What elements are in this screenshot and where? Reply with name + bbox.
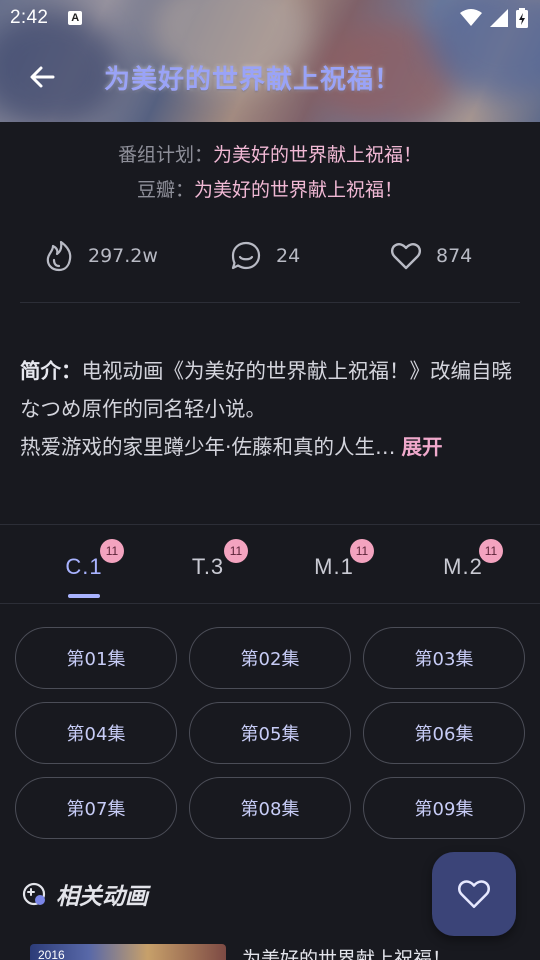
- sparkle-chat-icon: [22, 882, 46, 906]
- battery-icon: [516, 8, 528, 28]
- heart-icon: [458, 880, 490, 909]
- related-item[interactable]: 2016 为美好的世界献上祝福！: [30, 944, 520, 960]
- page-title: 为美好的世界献上祝福！: [104, 64, 402, 95]
- back-button[interactable]: [0, 44, 84, 110]
- comment-bubble-icon: [231, 241, 261, 270]
- related-name: 为美好的世界献上祝福！: [242, 948, 452, 960]
- bangumi-plan-value[interactable]: 为美好的世界献上祝福！: [213, 144, 422, 166]
- episode-button[interactable]: 第07集: [15, 777, 177, 839]
- tab-m1[interactable]: M.1 11: [294, 526, 374, 604]
- like-count: 874: [436, 245, 473, 267]
- divider: [0, 524, 540, 525]
- related-thumbnail: 2016: [30, 944, 226, 960]
- synopsis: 简介：电视动画《为美好的世界献上祝福！》改编自晓なつめ原作的同名轻小说。 热爱游…: [20, 352, 520, 466]
- bangumi-plan-line: 番组计划：为美好的世界献上祝福！: [0, 140, 540, 167]
- douban-line: 豆瓣：为美好的世界献上祝福！: [0, 175, 540, 202]
- heart-icon: [390, 243, 422, 270]
- tab-c1[interactable]: C.1 11: [44, 526, 124, 604]
- episode-button[interactable]: 第05集: [189, 702, 351, 764]
- bangumi-plan-label: 番组计划：: [117, 144, 213, 166]
- hot-count: 297.2w: [88, 245, 158, 267]
- related-title: 相关动画: [56, 884, 148, 910]
- comment-count: 24: [276, 245, 301, 267]
- related-year: 2016: [38, 948, 65, 960]
- expand-button[interactable]: 展开: [402, 435, 443, 459]
- episode-button[interactable]: 第02集: [189, 627, 351, 689]
- synopsis-label: 简介：: [20, 359, 82, 383]
- signal-icon: [490, 9, 508, 27]
- douban-value[interactable]: 为美好的世界献上祝福！: [194, 179, 403, 201]
- episode-button[interactable]: 第01集: [15, 627, 177, 689]
- meta-line-partial: [0, 114, 540, 124]
- status-bar: 2:42 A: [0, 0, 540, 36]
- related-section-header: 相关动画: [22, 876, 148, 912]
- douban-label: 豆瓣：: [136, 179, 194, 201]
- tab-badge: 11: [100, 539, 124, 563]
- episode-button[interactable]: 第03集: [363, 627, 525, 689]
- divider: [0, 603, 540, 604]
- stats-row: 297.2w 24 874: [0, 228, 540, 284]
- favorite-button[interactable]: [432, 852, 516, 936]
- flame-icon: [46, 240, 72, 272]
- synopsis-line-1: 简介：电视动画《为美好的世界献上祝福！》改编自晓なつめ原作的同名轻小说。: [20, 352, 520, 428]
- arrow-left-icon: [30, 66, 55, 88]
- like-stat[interactable]: 874: [390, 228, 472, 284]
- tab-t3[interactable]: T.3 11: [168, 526, 248, 604]
- episode-button[interactable]: 第08集: [189, 777, 351, 839]
- status-time: 2:42: [10, 7, 49, 28]
- episode-button[interactable]: 第06集: [363, 702, 525, 764]
- divider: [20, 302, 520, 303]
- synopsis-text-2: 热爱游戏的家里蹲少年·佐藤和真的人生…: [20, 435, 396, 459]
- episode-grid: 第01集 第02集 第03集 第04集 第05集 第06集 第07集 第08集 …: [15, 627, 525, 839]
- synopsis-text-1: 电视动画《为美好的世界献上祝福！》改编自晓なつめ原作的同名轻小说。: [20, 359, 512, 421]
- source-tabs: C.1 11 T.3 11 M.1 11 M.2 11: [0, 526, 540, 604]
- comment-stat[interactable]: 24: [230, 228, 300, 284]
- episode-button[interactable]: 第04集: [15, 702, 177, 764]
- wifi-icon: [460, 9, 482, 26]
- tab-badge: 11: [350, 539, 374, 563]
- tab-badge: 11: [224, 539, 248, 563]
- hot-stat: 297.2w: [44, 228, 158, 284]
- tab-m2[interactable]: M.2 11: [423, 526, 503, 604]
- tab-badge: 11: [479, 539, 503, 563]
- episode-button[interactable]: 第09集: [363, 777, 525, 839]
- synopsis-line-2: 热爱游戏的家里蹲少年·佐藤和真的人生… 展开: [20, 428, 520, 466]
- notification-a-icon: A: [68, 11, 83, 25]
- app-bar: 为美好的世界献上祝福！: [0, 44, 540, 110]
- active-tab-indicator: [68, 594, 100, 598]
